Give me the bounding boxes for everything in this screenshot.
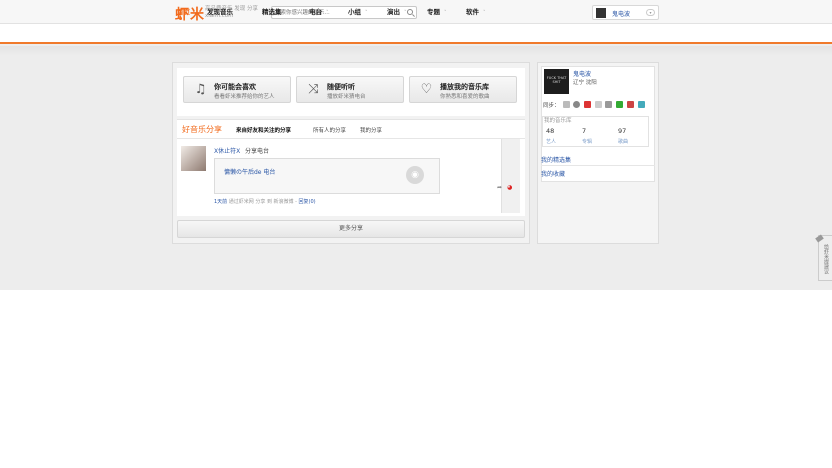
tab-all-shares[interactable]: 所有人的分享 (313, 126, 346, 134)
feed-verb: 分享电台 (245, 148, 270, 155)
reply-link[interactable]: 回复(0) (299, 199, 316, 205)
nav-item-radio[interactable]: 电台 ˅ (309, 6, 329, 16)
profile-avatar[interactable]: FUCK THAT SHIT (544, 69, 569, 94)
sync-service-icon[interactable] (605, 101, 612, 108)
chevron-down-icon: ˅ (365, 10, 368, 16)
weibo-icon[interactable] (584, 101, 591, 108)
main-nav (0, 24, 832, 44)
chevron-down-icon: ˅ (483, 10, 486, 16)
feature-title: 随便听听 (327, 83, 355, 91)
more-shares-button[interactable]: 更多分享 (177, 220, 525, 238)
header-shadow (0, 46, 832, 56)
feature-subtitle: 看看虾米推荐给你的艺人 (214, 94, 275, 100)
user-menu[interactable]: 鬼电波 ▾ (592, 5, 659, 20)
radio-card-title[interactable]: 慵懒の午后de 电台 (224, 167, 275, 176)
nav-item-shows[interactable]: 演出 ˅ (387, 6, 407, 16)
my-favorites-link[interactable]: 我的收藏 (541, 169, 565, 178)
feature-library-button[interactable]: ♡ 播放我的音乐库 你熟悉和喜爱的歌曲 (409, 76, 517, 103)
feed-scrollbar[interactable] (501, 139, 520, 213)
nav-label: 专题 (427, 8, 440, 16)
chevron-down-icon: ˅ (444, 10, 447, 16)
tab-friends-shares[interactable]: 来自好友和关注的分享 (236, 126, 291, 134)
stat-label: 歌曲 (618, 139, 629, 145)
active-indicator (179, 17, 182, 20)
feature-title: 你可能会喜欢 (214, 83, 256, 91)
feed-meta: 1天前 通过虾米网 分享 到 新浪微博 - 回复(0) (214, 198, 316, 205)
sync-service-icon[interactable] (616, 101, 623, 108)
stat-label: 专辑 (582, 139, 593, 145)
library-title: 我的音乐库 (544, 118, 572, 124)
nav-item-topics[interactable]: 专题 ˅ (427, 6, 447, 16)
feed-user-avatar[interactable] (181, 146, 206, 171)
chevron-down-icon: ˅ (404, 10, 407, 16)
forward-icon[interactable]: ➦ (497, 184, 502, 191)
chevron-down-icon: ˅ (237, 10, 240, 16)
nav-label: 首页 (177, 8, 190, 16)
feedback-tab[interactable]: 给虾米提建议 (818, 235, 832, 281)
stat-albums[interactable]: 7 专辑 (582, 127, 592, 145)
share-title: 好音乐分享 (182, 125, 222, 134)
chevron-down-icon[interactable]: ▾ (646, 9, 655, 16)
nav-item-home[interactable]: 首页 (177, 6, 190, 16)
radio-wave-icon[interactable]: ◉ (406, 166, 424, 184)
feed-time[interactable]: 1天前 (214, 199, 227, 205)
shuffle-icon: ⤨ (308, 82, 319, 97)
stat-songs[interactable]: 97 歌曲 (618, 127, 628, 145)
weibo-icon[interactable]: ◕ (507, 184, 515, 191)
nav-label: 电台 (309, 8, 322, 16)
search-input[interactable] (272, 7, 402, 18)
nav-label: 小组 (348, 8, 361, 16)
nav-label: 发现音乐 (207, 8, 233, 16)
nav-label: 演出 (387, 8, 400, 16)
user-avatar[interactable] (596, 8, 606, 18)
sync-service-icon[interactable] (573, 101, 580, 108)
tab-my-shares[interactable]: 我的分享 (360, 126, 382, 134)
feed-source: 通过虾米网 分享 到 新浪微博 - (228, 199, 297, 205)
sync-service-icon[interactable] (595, 101, 602, 108)
feature-title: 播放我的音乐库 (440, 83, 489, 91)
nav-label: 精选集 (262, 8, 282, 16)
stat-value: 7 (582, 127, 587, 135)
chevron-down-icon: ˅ (285, 10, 289, 16)
heart-icon: ♡ (420, 82, 433, 97)
profile-name[interactable]: 鬼电波 (573, 69, 591, 78)
stat-value: 48 (546, 127, 555, 135)
nav-item-discover[interactable]: 发现音乐 ˅ (207, 6, 240, 16)
sync-service-icon[interactable] (563, 101, 570, 108)
sync-service-icon[interactable] (627, 101, 634, 108)
feature-recommend-button[interactable]: ♫ 你可能会喜欢 看看虾米推荐给你的艺人 (183, 76, 291, 103)
chevron-down-icon: ˅ (326, 10, 329, 16)
profile-location: 辽宁 沈阳 (573, 80, 597, 86)
feature-subtitle: 你熟悉和喜爱的歌曲 (440, 94, 490, 100)
sync-service-icon[interactable] (638, 101, 645, 108)
music-notes-icon: ♫ (194, 82, 207, 97)
divider (541, 165, 655, 166)
sync-label: 同步： (543, 103, 560, 109)
nav-item-software[interactable]: 软件 ˅ (466, 6, 486, 16)
stat-label: 艺人 (546, 139, 557, 145)
search-icon[interactable] (407, 9, 413, 15)
nav-item-groups[interactable]: 小组 ˅ (348, 6, 368, 16)
nav-label: 软件 (466, 8, 479, 16)
feed-user-link[interactable]: X休止符X (214, 146, 240, 155)
stat-value: 97 (618, 127, 627, 135)
feature-subtitle: 播放虾米猜电台 (327, 94, 366, 100)
feature-random-button[interactable]: ⤨ 随便听听 播放虾米猜电台 (296, 76, 404, 103)
nav-item-collections[interactable]: 精选集 ˅ (262, 6, 288, 16)
my-collections-link[interactable]: 我的精选集 (541, 155, 571, 164)
stat-artists[interactable]: 48 艺人 (546, 127, 556, 145)
username[interactable]: 鬼电波 (612, 9, 630, 18)
